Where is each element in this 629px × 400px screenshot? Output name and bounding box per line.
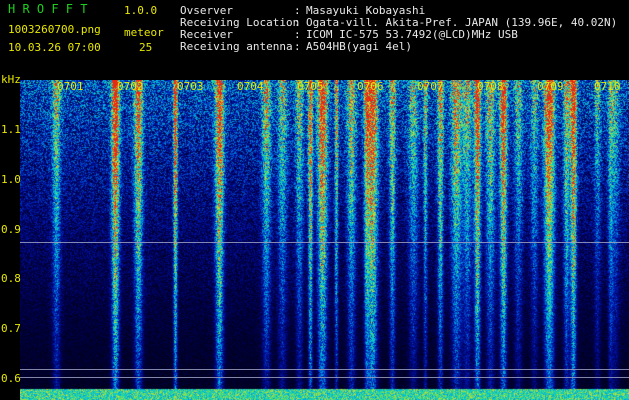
y-tick-label: 0.7 (1, 322, 21, 335)
y-tick-label: 0.8 (1, 272, 21, 285)
info-value-antenna: A504HB(yagi 4el) (306, 40, 412, 53)
time-tick-label: 0702 (117, 80, 144, 93)
y-tick-label: 1.1 (1, 123, 21, 136)
time-tick-label: 0704 (237, 80, 264, 93)
app-title: H R O F F T (8, 2, 88, 16)
time-tick-label: 0709 (537, 80, 564, 93)
time-tick-label: 0701 (57, 80, 84, 93)
y-tick-label: 0.6 (1, 372, 21, 385)
info-sep: : (294, 40, 301, 53)
unit-label: kHz (1, 73, 21, 86)
time-tick-label: 0708 (477, 80, 504, 93)
meteor-label: meteor (124, 26, 164, 39)
y-tick-label: 1.0 (1, 173, 21, 186)
reference-line (20, 377, 629, 378)
time-tick-label: 0705 (297, 80, 324, 93)
time-tick-label: 0703 (177, 80, 204, 93)
time-tick-label: 0707 (417, 80, 444, 93)
reference-line (20, 242, 629, 243)
filename-label: 1003260700.png (8, 23, 101, 36)
y-tick-label: 0.9 (1, 223, 21, 236)
time-tick-label: 0710 (594, 80, 621, 93)
info-label-antenna: Receiving antenna (180, 40, 293, 53)
version-label: 1.0.0 (124, 4, 158, 17)
meteor-count: 25 (139, 41, 153, 54)
datetime-label: 10.03.26 07:00 (8, 41, 101, 54)
reference-line (20, 369, 629, 370)
spectrogram-image (20, 80, 629, 400)
time-tick-label: 0706 (357, 80, 384, 93)
